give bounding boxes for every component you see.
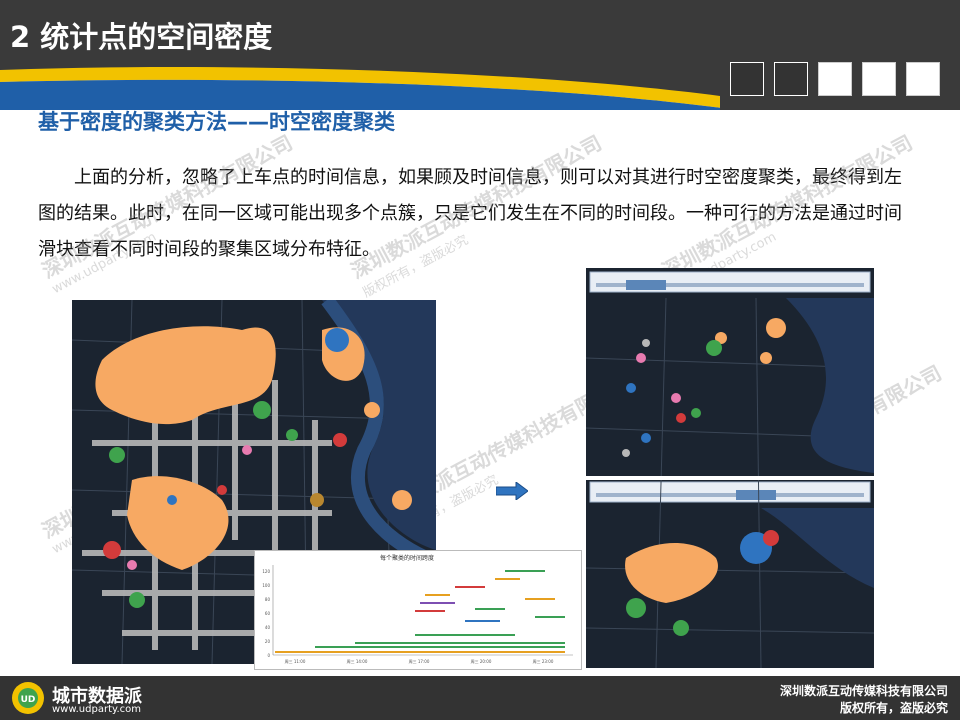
arrow-right-icon [496, 482, 528, 500]
company-name: 深圳数派互动传媒科技有限公司 [779, 684, 948, 698]
nav-square-3[interactable] [818, 62, 852, 96]
svg-text:UD: UD [21, 695, 36, 705]
x-tick-label: 周三 17:00 [409, 658, 430, 664]
rights-text: 版权所有，盗版必究 [839, 701, 948, 715]
y-tick-label: 40 [265, 625, 271, 630]
x-tick-label: 周三 11:00 [285, 658, 306, 664]
x-tick-label: 周三 20:00 [471, 658, 492, 664]
logo-url: www.udparty.com [52, 704, 142, 715]
y-tick-label: 120 [262, 569, 270, 574]
copyright-block: 深圳数派互动传媒科技有限公司 版权所有，盗版必究 [780, 683, 948, 717]
y-tick-label: 100 [262, 583, 270, 588]
section-heading: 基于密度的聚类方法——时空密度聚类 [38, 110, 395, 134]
timeline-chart: 每个聚类的时间跨度 0 20 40 60 80 100 120 周三 11:00 周三 14:… [254, 550, 582, 670]
y-tick-label: 80 [265, 597, 271, 602]
cluster-map-right [586, 268, 874, 668]
body-paragraph: 上面的分析，忽略了上车点的时间信息，如果顾及时间信息，则可以对其进行时空密度聚类… [38, 167, 902, 260]
nav-square-2[interactable] [774, 62, 808, 96]
y-tick-label: 20 [265, 639, 271, 644]
nav-square-1[interactable] [730, 62, 764, 96]
y-tick-label: 60 [265, 611, 271, 616]
timeline-chart-title: 每个聚类的时间跨度 [380, 554, 434, 562]
udparty-logo-icon: UD [12, 682, 44, 714]
x-tick-label: 周三 14:00 [347, 658, 368, 664]
page-title: 2 统计点的空间密度 [10, 20, 273, 54]
slide-nav [730, 62, 940, 96]
nav-square-5[interactable] [906, 62, 940, 96]
x-tick-label: 周三 23:00 [533, 658, 554, 664]
nav-square-4[interactable] [862, 62, 896, 96]
y-tick-label: 0 [267, 653, 270, 658]
